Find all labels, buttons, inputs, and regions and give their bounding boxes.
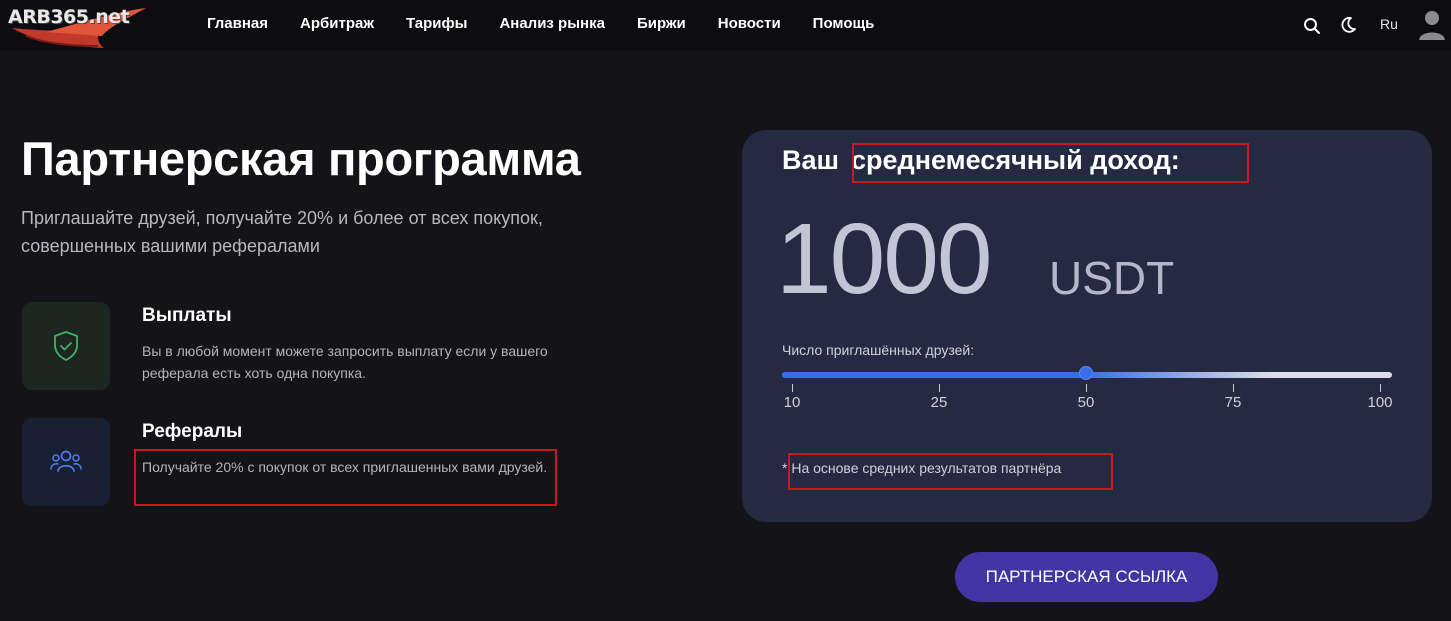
search-icon[interactable] [1303,17,1321,35]
users-icon [50,450,82,472]
slider-tick [939,384,940,392]
user-icon[interactable] [1418,9,1446,41]
payouts-desc: Вы в любой момент можете запросить выпла… [142,343,548,381]
nav-item-help[interactable]: Помощь [813,15,875,32]
partner-link-button[interactable]: ПАРТНЕРСКАЯ ССЫЛКА [955,552,1218,602]
slider-tick [1233,384,1234,392]
slider-tick [1380,384,1381,392]
moon-icon[interactable] [1339,16,1357,34]
income-card: Ваш среднемесячный доход: 1000 USDT Число… [742,130,1432,522]
payouts-icon-box [22,302,110,390]
slider-tick-label: 25 [930,394,948,411]
logo-text: ARB365.net [8,6,130,28]
highlight-box-title [852,143,1249,183]
shield-check-icon [54,331,78,361]
highlight-box-note [788,453,1113,490]
nav-item-market-analysis[interactable]: Анализ рынка [499,15,605,32]
language-switcher[interactable]: Ru [1380,16,1398,32]
payouts-title: Выплаты [142,305,232,326]
income-currency: USDT [1049,252,1175,304]
logo[interactable]: ARB365.net [6,2,146,48]
nav-item-exchanges[interactable]: Биржи [637,15,686,32]
referrals-icon-box [22,418,110,506]
income-amount: 1000 [776,203,992,315]
page-title: Партнерская программа [21,132,581,185]
slider-tick-label: 10 [783,394,801,411]
slider-tick [792,384,793,392]
page: ARB365.net Главная Арбитраж Тарифы Анали… [0,0,1451,621]
nav-item-tariffs[interactable]: Тарифы [406,15,467,32]
referrals-title: Рефералы [142,421,243,442]
slider-tick-label: 100 [1367,394,1393,411]
highlight-box-referrals [134,449,557,506]
note-star: * [782,460,788,476]
nav-item-arbitrage[interactable]: Арбитраж [300,15,374,32]
page-subtitle: Приглашайте друзей, получайте 20% и боле… [21,208,543,256]
slider-label: Число приглашённых друзей: [782,342,975,358]
header: ARB365.net Главная Арбитраж Тарифы Анали… [0,0,1451,50]
nav-item-news[interactable]: Новости [718,15,781,32]
friends-slider-thumb[interactable] [1079,366,1093,380]
main-nav: Главная Арбитраж Тарифы Анализ рынка Бир… [207,15,874,32]
nav-item-home[interactable]: Главная [207,15,268,32]
card-title-prefix: Ваш [782,145,840,175]
slider-tick-label: 50 [1077,394,1095,411]
slider-tick [1086,384,1087,392]
slider-tick-label: 75 [1224,394,1242,411]
